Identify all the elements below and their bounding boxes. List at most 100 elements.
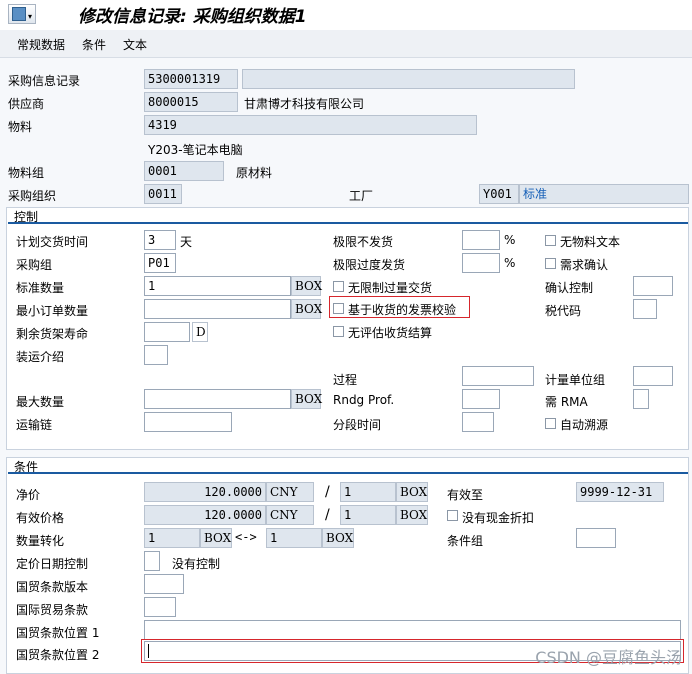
under-tol-pct: % xyxy=(504,233,516,247)
title-bar: ▾ 修改信息记录: 采购组织数据1 xyxy=(0,0,692,30)
min-order-label: 最小订单数量 xyxy=(16,304,89,318)
ack-required-checkbox[interactable] xyxy=(545,258,556,269)
max-qty-label: 最大数量 xyxy=(16,395,65,409)
cond-group-input[interactable] xyxy=(576,528,616,548)
auto-source-label: 自动溯源 xyxy=(560,418,609,432)
planned-delivery-unit: 天 xyxy=(180,235,193,249)
net-price-unit: BOX xyxy=(396,482,428,502)
incoterms-ver-input[interactable] xyxy=(144,574,184,594)
qty-conv-arrow: <-> xyxy=(235,530,257,544)
qty-conv-label: 数量转化 xyxy=(16,534,65,548)
standard-qty-input[interactable]: 1 xyxy=(144,276,291,296)
purch-group-input[interactable]: P01 xyxy=(144,253,176,273)
auto-source-checkbox[interactable] xyxy=(545,418,556,429)
shelf-life-label: 剩余货架寿命 xyxy=(16,327,89,341)
under-tol-label: 极限不发货 xyxy=(333,235,394,249)
eff-price-unit: BOX xyxy=(396,505,428,525)
qty-conv-from-unit: BOX xyxy=(200,528,232,548)
tax-code-input[interactable] xyxy=(633,299,657,319)
incoterms-loc1-label: 国贸条款位置 1 xyxy=(16,626,100,640)
rndg-input[interactable] xyxy=(462,389,500,409)
planned-delivery-input[interactable]: 3 xyxy=(144,230,176,250)
incoterms-loc1-input[interactable] xyxy=(144,620,681,640)
material-group-desc: 原材料 xyxy=(236,166,273,180)
staging-label: 分段时间 xyxy=(333,418,382,432)
min-order-unit: BOX xyxy=(291,299,322,319)
plant-field: Y001 xyxy=(479,184,519,204)
unit-group-label: 计量单位组 xyxy=(545,373,606,387)
incoterms-ver-label: 国贸条款版本 xyxy=(16,580,89,594)
qty-conv-to-field: 1 xyxy=(266,528,322,548)
staging-input[interactable] xyxy=(462,412,494,432)
info-record-field: 5300001319 xyxy=(144,69,238,89)
eff-price-per-field: 1 xyxy=(340,505,396,525)
vendor-field: 8000015 xyxy=(144,92,238,112)
material-field: 4319 xyxy=(144,115,477,135)
net-price-currency: CNY xyxy=(266,482,314,502)
incoterms-loc2-label: 国贸条款位置 2 xyxy=(16,648,100,662)
eff-price-slash: / xyxy=(325,507,330,523)
rma-input[interactable] xyxy=(633,389,649,409)
over-tol-input[interactable] xyxy=(462,253,500,273)
eff-price-label: 有效价格 xyxy=(16,511,65,525)
rndg-label: Rndg Prof. xyxy=(333,393,395,407)
plant-desc-field: 标准 xyxy=(519,184,689,204)
conditions-section-divider xyxy=(8,472,688,474)
standard-qty-unit: BOX xyxy=(291,276,322,296)
general-data-button[interactable]: 常规数据 xyxy=(17,36,65,53)
material-label: 物料 xyxy=(8,120,33,134)
procedure-label: 过程 xyxy=(333,373,358,387)
unlimited-checkbox[interactable] xyxy=(333,281,344,292)
shelf-life-input[interactable] xyxy=(144,322,190,342)
shipping-input[interactable] xyxy=(144,345,168,365)
vendor-name: 甘肃博才科技有限公司 xyxy=(244,97,365,111)
eff-price-currency: CNY xyxy=(266,505,314,525)
watermark: CSDN @豆腐鱼头汤 xyxy=(535,648,682,667)
max-qty-input[interactable] xyxy=(144,389,291,409)
confirm-ctrl-label: 确认控制 xyxy=(545,281,594,295)
gr-iv-checkbox[interactable] xyxy=(333,303,344,314)
planned-delivery-label: 计划交货时间 xyxy=(16,235,89,249)
purch-org-field: 0011 xyxy=(144,184,182,204)
conditions-button[interactable]: 条件 xyxy=(82,36,106,53)
system-menu-icon[interactable]: ▾ xyxy=(8,4,36,24)
info-record-label: 采购信息记录 xyxy=(8,74,81,88)
material-group-label: 物料组 xyxy=(8,166,45,180)
no-mat-text-label: 无物料文本 xyxy=(560,235,621,249)
over-tol-pct: % xyxy=(504,256,516,270)
ack-required-label: 需求确认 xyxy=(560,258,609,272)
caret-down-icon: ▾ xyxy=(27,12,32,21)
valid-to-field: 9999-12-31 xyxy=(576,482,664,502)
no-mat-text-checkbox[interactable] xyxy=(545,235,556,246)
transport-input[interactable] xyxy=(144,412,232,432)
no-eval-checkbox[interactable] xyxy=(333,326,344,337)
pricing-date-value: 没有控制 xyxy=(172,557,221,571)
confirm-ctrl-input[interactable] xyxy=(633,276,673,296)
incoterms-input[interactable] xyxy=(144,597,176,617)
purch-org-label: 采购组织 xyxy=(8,189,57,203)
pricing-date-input[interactable] xyxy=(144,551,160,571)
shipping-label: 装运介绍 xyxy=(16,350,65,364)
no-cash-disc-checkbox[interactable] xyxy=(447,510,458,521)
shelf-life-unit: D xyxy=(192,322,208,342)
net-price-slash: / xyxy=(325,484,330,500)
valid-to-label: 有效至 xyxy=(447,488,484,502)
min-order-input[interactable] xyxy=(144,299,291,319)
standard-qty-label: 标准数量 xyxy=(16,281,65,295)
pricing-date-label: 定价日期控制 xyxy=(16,557,89,571)
control-section-divider xyxy=(8,222,688,224)
qty-conv-from-field: 1 xyxy=(144,528,200,548)
purch-group-label: 采购组 xyxy=(16,258,53,272)
unit-group-input[interactable] xyxy=(633,366,673,386)
over-tol-label: 极限过度发货 xyxy=(333,258,406,272)
text-button[interactable]: 文本 xyxy=(123,36,147,53)
under-tol-input[interactable] xyxy=(462,230,500,250)
eff-price-field: 120.0000 xyxy=(144,505,266,525)
no-cash-disc-label: 没有现金折扣 xyxy=(462,511,535,525)
material-desc: Y203-笔记本电脑 xyxy=(148,143,243,157)
net-price-per-field: 1 xyxy=(340,482,396,502)
net-price-label: 净价 xyxy=(16,488,41,502)
procedure-input[interactable] xyxy=(462,366,534,386)
max-qty-unit: BOX xyxy=(291,389,322,409)
unlimited-label: 无限制过量交货 xyxy=(348,281,433,295)
